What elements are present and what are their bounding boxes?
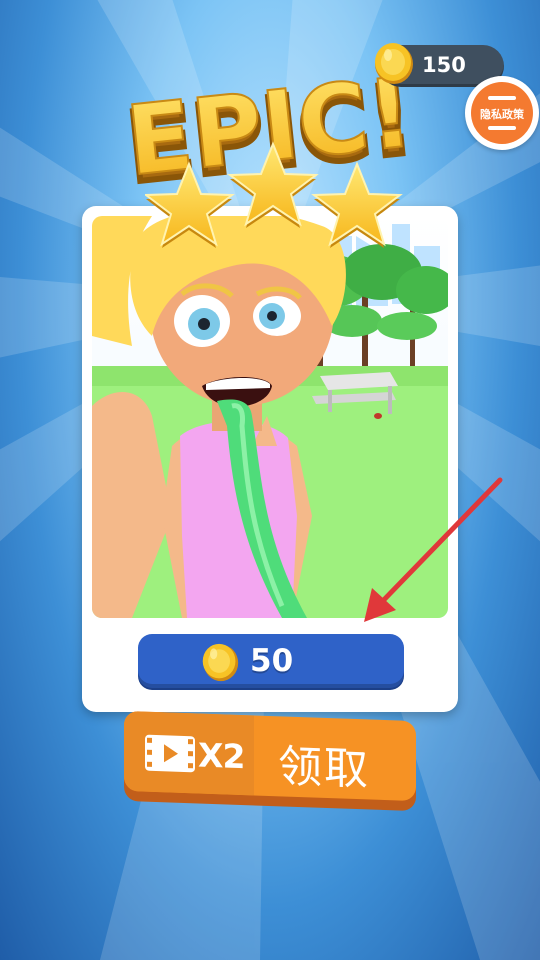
privacy-policy-label: 隐私政策 bbox=[480, 108, 524, 121]
multiplier-label: X2 bbox=[198, 735, 245, 777]
reward-amount-bar: 50 bbox=[138, 634, 404, 688]
menu-icon: 隐私政策 bbox=[471, 82, 533, 144]
star-icon bbox=[145, 161, 235, 248]
reward-card: 50 bbox=[82, 206, 458, 712]
coin-icon bbox=[375, 43, 413, 84]
privacy-policy-button[interactable]: 隐私政策 bbox=[465, 76, 539, 150]
star-icon bbox=[311, 161, 403, 248]
star-rating bbox=[145, 141, 403, 248]
character-scene-image bbox=[92, 216, 448, 618]
star-icon bbox=[227, 141, 319, 228]
claim-x2-button[interactable]: X2 领取 bbox=[124, 710, 416, 812]
video-ad-icon bbox=[145, 734, 195, 773]
claim-label: 领取 bbox=[278, 741, 370, 796]
coin-icon bbox=[202, 643, 239, 682]
reward-amount: 50 bbox=[250, 643, 294, 679]
coin-amount: 150 bbox=[422, 53, 466, 77]
